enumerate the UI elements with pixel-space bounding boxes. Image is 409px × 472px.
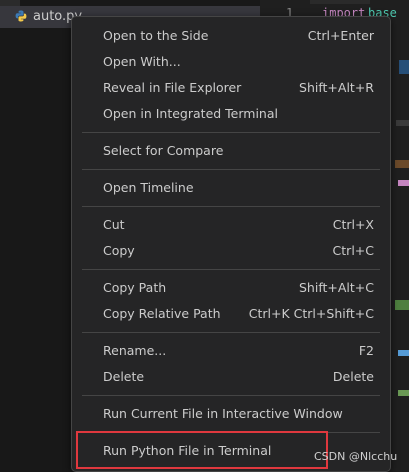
menu-item-cut[interactable]: Cut Ctrl+X [72,212,390,238]
code-fragment [395,300,409,310]
editor-tab-stub [310,0,370,4]
menu-item-open-timeline[interactable]: Open Timeline [72,175,390,201]
menu-item-shortcut: Ctrl+C [332,243,374,258]
menu-item-run-current-file-in-interactive-window[interactable]: Run Current File in Interactive Window [72,401,390,427]
menu-separator [82,269,380,270]
explorer-context-menu: Open to the Side Ctrl+Enter Open With... Re… [71,16,391,472]
python-file-icon [15,10,27,22]
menu-item-copy[interactable]: Copy Ctrl+C [72,238,390,264]
menu-separator [82,206,380,207]
menu-item-label: Open to the Side [103,28,209,43]
menu-item-shortcut: Delete [332,369,374,384]
annotation-highlight-box [76,431,328,469]
menu-item-label: Select for Compare [103,143,224,158]
menu-item-copy-relative-path[interactable]: Copy Relative Path Ctrl+K Ctrl+Shift+C [72,301,390,327]
menu-item-open-with[interactable]: Open With... [72,49,390,75]
watermark: CSDN @Nlcchu [314,450,398,463]
menu-item-label: Run Current File in Interactive Window [103,406,343,421]
code-fragment [396,120,409,126]
menu-separator [82,132,380,133]
menu-item-open-in-integrated-terminal[interactable]: Open in Integrated Terminal [72,101,390,127]
menu-item-open-to-the-side[interactable]: Open to the Side Ctrl+Enter [72,23,390,49]
code-fragment [398,350,409,356]
menu-item-label: Open in Integrated Terminal [103,106,278,121]
menu-separator [82,169,380,170]
menu-item-shortcut: Shift+Alt+R [299,80,374,95]
menu-item-delete[interactable]: Delete Delete [72,364,390,390]
menu-item-label: Cut [103,217,125,232]
menu-item-label: Delete [103,369,145,384]
vscode-window: auto.py 1 import base Open to the Side Ct… [0,0,409,472]
code-fragment [398,180,409,186]
menu-item-label: Copy Relative Path [103,306,221,321]
menu-separator [82,332,380,333]
menu-item-rename[interactable]: Rename... F2 [72,338,390,364]
code-fragment [399,60,409,74]
menu-separator [82,395,380,396]
menu-item-shortcut: Ctrl+Enter [307,28,374,43]
menu-item-shortcut: Ctrl+K Ctrl+Shift+C [248,306,374,321]
menu-item-label: Copy [103,243,135,258]
menu-item-select-for-compare[interactable]: Select for Compare [72,138,390,164]
menu-item-copy-path[interactable]: Copy Path Shift+Alt+C [72,275,390,301]
menu-item-reveal-in-file-explorer[interactable]: Reveal in File Explorer Shift+Alt+R [72,75,390,101]
menu-item-label: Open With... [103,54,181,69]
menu-item-label: Open Timeline [103,180,194,195]
menu-item-shortcut: F2 [358,343,374,358]
menu-item-shortcut: Shift+Alt+C [298,280,374,295]
code-fragment [398,390,409,396]
menu-item-label: Rename... [103,343,167,358]
menu-item-shortcut: Ctrl+X [332,217,374,232]
menu-item-label: Copy Path [103,280,167,295]
menu-item-label: Reveal in File Explorer [103,80,242,95]
code-fragment [395,160,409,168]
